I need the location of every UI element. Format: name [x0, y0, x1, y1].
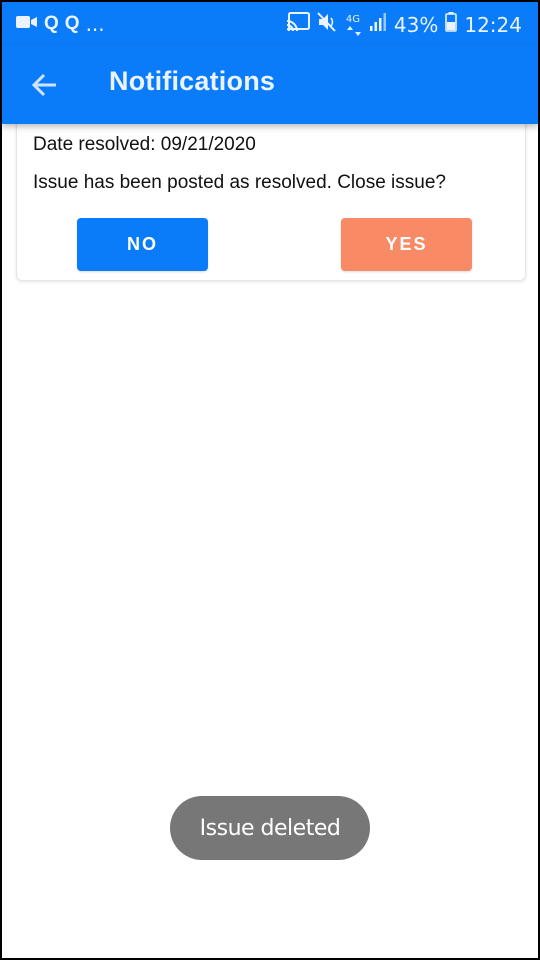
screen: Q Q ... 4G 43% 12:24 Notifications Date … [2, 2, 538, 958]
battery-icon [445, 12, 458, 37]
yes-button[interactable]: YES [341, 218, 472, 271]
status-left: Q Q ... [16, 12, 105, 36]
app-bar: Notifications [2, 46, 538, 124]
page-title: Notifications [109, 66, 276, 96]
mute-icon [317, 12, 339, 37]
clock: 12:24 [464, 12, 522, 37]
video-camera-icon [16, 14, 38, 35]
toast-message: Issue deleted [170, 796, 370, 860]
back-button[interactable] [26, 67, 62, 103]
cast-icon [286, 12, 310, 37]
q-app-icon: Q [44, 13, 59, 34]
no-button[interactable]: NO [77, 218, 208, 271]
notification-message: Issue has been posted as resolved. Close… [33, 172, 446, 193]
network-4g-icon: 4G [346, 14, 362, 36]
more-dots-icon: ... [85, 12, 105, 36]
date-resolved-text: Date resolved: 09/21/2020 [33, 134, 256, 155]
network-label: 4G [345, 13, 361, 25]
arrow-left-icon [26, 73, 62, 107]
notification-card: Date resolved: 09/21/2020 Issue has been… [16, 112, 526, 281]
status-bar: Q Q ... 4G 43% 12:24 [2, 2, 538, 46]
battery-percent: 43% [393, 12, 439, 37]
signal-icon [369, 12, 387, 37]
status-right: 4G 43% 12:24 [286, 12, 522, 37]
q-app-icon: Q [64, 13, 80, 34]
